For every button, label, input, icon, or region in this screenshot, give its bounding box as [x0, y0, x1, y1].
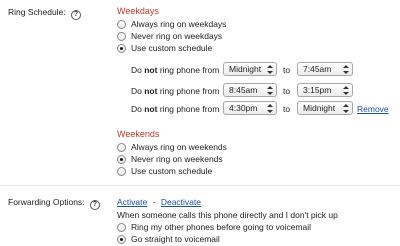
- radio-weekdays-always[interactable]: [117, 19, 126, 29]
- weekends-option-never[interactable]: Never ring on weekends: [117, 154, 223, 164]
- weekdays-option-custom-label: Use custom schedule: [131, 43, 213, 53]
- schedule-row-3-to-value: Midnight: [303, 103, 336, 113]
- schedule-row-2-text: Do not ring phone from: [131, 86, 219, 96]
- weekends-option-never-label: Never ring on weekends: [131, 154, 223, 164]
- weekdays-option-never[interactable]: Never ring on weekdays: [117, 31, 222, 41]
- schedule-row-3-suffix: ring phone from: [157, 104, 220, 114]
- select-arrows-icon: [267, 104, 273, 113]
- weekdays-option-custom[interactable]: Use custom schedule: [117, 43, 212, 53]
- forwarding-actions: Activate - Deactivate: [117, 197, 201, 207]
- weekends-option-always-label: Always ring on weekends: [131, 142, 227, 152]
- schedule-row-2-from-select[interactable]: 8:45am: [223, 83, 277, 97]
- weekdays-heading: Weekdays: [117, 6, 159, 16]
- schedule-row-1-suffix: ring phone from: [157, 65, 220, 75]
- ring-schedule-help-icon[interactable]: ?: [71, 10, 82, 20]
- schedule-row-3-text: Do not ring phone from: [131, 104, 219, 114]
- weekdays-option-always[interactable]: Always ring on weekdays: [117, 19, 226, 29]
- ring-schedule-label: Ring Schedule: ?: [8, 7, 82, 20]
- forwarding-option-voicemail[interactable]: Go straight to voicemail: [117, 234, 220, 244]
- schedule-row-1-prefix: Do: [131, 65, 145, 75]
- ring-schedule-label-text: Ring Schedule:: [8, 7, 66, 17]
- forwarding-separator: -: [152, 197, 156, 207]
- select-arrows-icon: [267, 86, 273, 95]
- weekends-option-always[interactable]: Always ring on weekends: [117, 142, 227, 152]
- radio-weekends-never[interactable]: [117, 154, 126, 164]
- deactivate-link[interactable]: Deactivate: [161, 197, 201, 207]
- radio-weekdays-never[interactable]: [117, 31, 126, 41]
- select-arrows-icon: [343, 86, 349, 95]
- schedule-row-2-from-value: 8:45am: [229, 85, 258, 95]
- schedule-row-3-to-label: to: [283, 104, 291, 114]
- activate-link[interactable]: Activate: [117, 197, 147, 207]
- remove-schedule-row-link[interactable]: Remove: [357, 104, 389, 114]
- forwarding-option-ring-other[interactable]: Ring my other phones before going to voi…: [117, 222, 311, 232]
- schedule-row-2-suffix: ring phone from: [157, 86, 220, 96]
- weekdays-option-always-label: Always ring on weekdays: [131, 19, 227, 29]
- weekends-option-custom-label: Use custom schedule: [131, 166, 213, 176]
- radio-weekends-always[interactable]: [117, 142, 126, 152]
- schedule-row-1-text: Do not ring phone from: [131, 65, 219, 75]
- schedule-row-2-not: not: [144, 86, 158, 96]
- schedule-row-3-not: not: [144, 104, 158, 114]
- select-arrows-icon: [343, 65, 349, 74]
- schedule-row-1-to-select[interactable]: 7:45am: [297, 62, 353, 76]
- radio-weekends-custom[interactable]: [117, 166, 126, 176]
- schedule-row-1-from-select[interactable]: Midnight: [223, 62, 277, 76]
- weekends-heading: Weekends: [117, 129, 160, 139]
- section-divider: [0, 185, 400, 186]
- radio-ring-other-phones[interactable]: [117, 222, 126, 232]
- schedule-row-3-from-value: 4:30pm: [229, 103, 258, 113]
- schedule-row-3-to-select[interactable]: Midnight: [297, 101, 353, 115]
- select-arrows-icon: [267, 65, 273, 74]
- forwarding-option-ring-other-label: Ring my other phones before going to voi…: [131, 222, 312, 232]
- schedule-row-2-to-value: 3:15pm: [303, 85, 332, 95]
- select-arrows-icon: [343, 104, 349, 113]
- schedule-row-2-to-select[interactable]: 3:15pm: [297, 83, 353, 97]
- schedule-row-1-from-value: Midnight: [229, 64, 262, 74]
- schedule-row-3-prefix: Do: [131, 104, 145, 114]
- schedule-row-1-to-value: 7:45am: [303, 64, 332, 74]
- forwarding-description: When someone calls this phone directly a…: [117, 210, 338, 220]
- forwarding-help-icon[interactable]: ?: [89, 200, 100, 210]
- weekdays-option-never-label: Never ring on weekdays: [131, 31, 223, 41]
- radio-weekdays-custom[interactable]: [117, 43, 126, 53]
- schedule-row-2-to-label: to: [283, 86, 291, 96]
- schedule-row-1-not: not: [144, 65, 158, 75]
- forwarding-option-voicemail-label: Go straight to voicemail: [131, 234, 220, 244]
- schedule-row-2-prefix: Do: [131, 86, 145, 96]
- forwarding-options-label-text: Forwarding Options:: [8, 197, 85, 207]
- schedule-row-1-to-label: to: [283, 65, 291, 75]
- radio-straight-to-voicemail[interactable]: [117, 234, 126, 244]
- weekends-option-custom[interactable]: Use custom schedule: [117, 166, 212, 176]
- forwarding-options-label: Forwarding Options: ?: [8, 197, 100, 210]
- schedule-row-3-from-select[interactable]: 4:30pm: [223, 101, 277, 115]
